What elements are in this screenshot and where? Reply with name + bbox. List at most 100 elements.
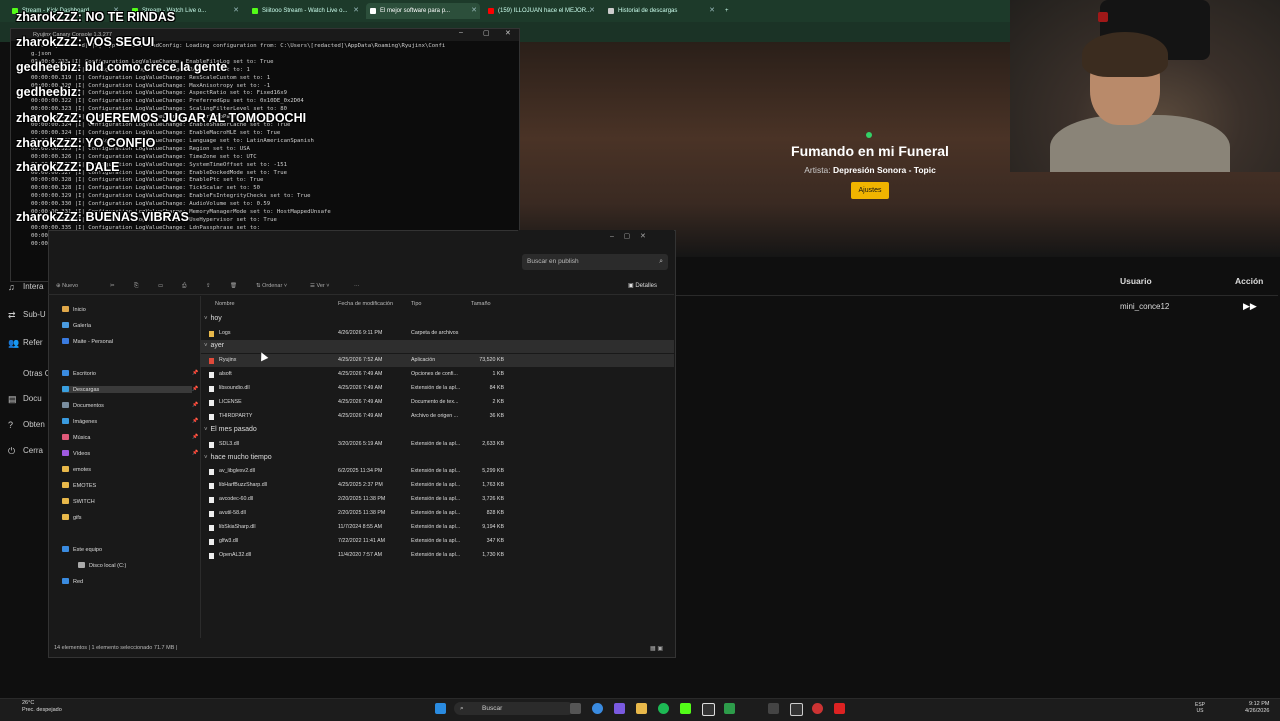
app-icon-5[interactable] xyxy=(834,703,845,714)
tab-close-icon[interactable]: ✕ xyxy=(709,3,715,19)
sidebar-item-label: Maite - Personal xyxy=(73,339,114,345)
view-toggle-icons[interactable]: ▦ ▣ xyxy=(650,645,663,652)
maximize-icon[interactable]: ▢ xyxy=(483,29,490,37)
sidebar-item[interactable]: Música xyxy=(62,434,90,441)
site-nav-item[interactable]: ▤ Docu xyxy=(8,394,42,404)
group-header[interactable]: ˅ El mes pasado xyxy=(204,426,257,433)
file-row[interactable]: glfw3.dll 7/22/2022 11:41 AM Extensión de … xyxy=(200,535,674,548)
sidebar-item[interactable]: Descargas xyxy=(62,386,192,393)
search-input[interactable]: Buscar en publish ⌕ xyxy=(522,254,668,270)
file-name: libHarfBuzzSharp.dll xyxy=(219,482,267,488)
file-row[interactable]: Ryujinx 4/25/2026 7:52 AM Aplicación 73,520… xyxy=(200,354,674,367)
file-row[interactable]: libsoundio.dll 4/25/2026 7:49 AM Extensión… xyxy=(200,382,674,395)
nav-item-label: Sub-U xyxy=(23,310,46,319)
chat-username: zharokZzZ: xyxy=(16,111,82,125)
file-row[interactable]: libSkiaSharp.dll 11/7/2024 8:55 AM Extensi… xyxy=(200,521,674,534)
tab-close-icon[interactable]: ✕ xyxy=(589,3,595,19)
paste-icon[interactable]: ▭ xyxy=(158,283,163,289)
file-explorer-icon[interactable] xyxy=(636,703,647,714)
sidebar-item[interactable]: Escritorio xyxy=(62,370,96,377)
file-row[interactable]: THIRDPARTY 4/25/2026 7:49 AM Archivo de or… xyxy=(200,410,674,423)
share-icon[interactable]: ⇪ xyxy=(206,283,211,289)
weather-widget[interactable]: 26°C Prec. despejado xyxy=(22,700,62,714)
more-button[interactable]: ··· xyxy=(354,283,360,289)
file-row[interactable]: SDL3.dll 3/20/2026 5:19 AM Extensión de la… xyxy=(200,438,674,451)
excel-icon[interactable] xyxy=(724,703,735,714)
kick-icon[interactable] xyxy=(680,703,691,714)
file-row[interactable]: av_libglesv2.dll 6/2/2025 11:34 PM Extensi… xyxy=(200,465,674,478)
sidebar-item[interactable]: Vídeos xyxy=(62,450,90,457)
sidebar-item[interactable]: Red xyxy=(62,578,83,585)
column-name[interactable]: Nombre xyxy=(215,301,235,307)
app-icon[interactable] xyxy=(614,703,625,714)
taskbar-clock[interactable]: 9:12 PM 4/26/2026 xyxy=(1245,701,1269,715)
column-type[interactable]: Tipo xyxy=(411,301,422,307)
close-icon[interactable]: ✕ xyxy=(505,29,511,37)
sidebar-item[interactable]: Galería xyxy=(62,322,91,329)
sidebar-item[interactable]: EMOTES xyxy=(62,482,96,489)
skip-forward-icon[interactable]: ▶▶ xyxy=(1243,301,1257,312)
column-modified[interactable]: Fecha de modificación xyxy=(338,301,393,307)
copy-icon[interactable]: ⎘ xyxy=(134,283,138,290)
sidebar-item[interactable]: Disco local (C:) xyxy=(78,562,126,569)
rename-icon[interactable]: ⎙ xyxy=(182,283,186,290)
file-row[interactable]: Logs 4/26/2026 9:11 PM Carpeta de archivos xyxy=(200,327,674,340)
site-nav-item[interactable]: 👥 Refer xyxy=(8,338,43,348)
details-pane-button[interactable]: ▣ Detalles xyxy=(628,282,657,289)
sidebar-item[interactable]: Maite - Personal xyxy=(62,338,113,345)
minimize-icon[interactable]: – xyxy=(459,29,463,36)
browser-tab[interactable]: (159) ILLOJUAN hace el MEJOR... ✕ xyxy=(484,3,598,19)
file-row[interactable]: OpenAL32.dll 11/4/2020 7:57 AM Extensión d… xyxy=(200,549,674,562)
group-header[interactable]: ˅ hoy xyxy=(204,315,222,322)
windows-start-icon[interactable] xyxy=(435,703,446,714)
sidebar-item-label: SWITCH xyxy=(73,499,95,505)
new-button[interactable]: ⊕ Nuevo xyxy=(56,283,78,289)
tab-close-icon[interactable]: ✕ xyxy=(471,3,477,19)
cut-icon[interactable]: ✂ xyxy=(110,283,115,289)
file-row[interactable]: libHarfBuzzSharp.dll 4/25/2025 2:37 PM Ext… xyxy=(200,479,674,492)
browser-tab[interactable]: Historial de descargas ✕ xyxy=(604,3,718,19)
sidebar-item[interactable]: gifs xyxy=(62,514,82,521)
spotify-icon[interactable] xyxy=(658,703,669,714)
site-nav-item[interactable]: ⇄ Sub-U xyxy=(8,310,46,320)
task-view-icon[interactable] xyxy=(570,703,581,714)
sidebar-item[interactable]: Imágenes xyxy=(62,418,97,425)
minimize-icon[interactable]: – xyxy=(610,233,614,240)
language-indicator[interactable]: ESP US xyxy=(1195,702,1205,714)
chrome-icon[interactable] xyxy=(592,703,603,714)
sort-button[interactable]: ⇅ Ordenar ˅ xyxy=(256,283,287,289)
file-row[interactable]: avutil-58.dll 2/20/2025 11:38 PM Extensión… xyxy=(200,507,674,520)
app-icon-2[interactable] xyxy=(768,703,779,714)
sidebar-item[interactable]: SWITCH xyxy=(62,498,95,505)
column-size[interactable]: Tamaño xyxy=(471,301,491,307)
browser-tab[interactable]: El mejor software para p... ✕ xyxy=(366,3,480,19)
browser-tab[interactable]: Siiitooo Stream - Watch Live o... ✕ xyxy=(248,3,362,19)
sidebar-item[interactable]: Este equipo xyxy=(62,546,102,553)
app-icon-3[interactable] xyxy=(790,703,803,716)
site-nav-item[interactable]: ♫ Intera xyxy=(8,282,43,292)
clock-date: 4/26/2026 xyxy=(1245,708,1270,714)
file-row[interactable]: alsoft 4/25/2026 7:49 AM Opciones de confi… xyxy=(200,368,674,381)
group-header[interactable]: ˅ hace mucho tiempo xyxy=(204,454,272,461)
view-button[interactable]: ☰ Ver ˅ xyxy=(310,283,329,289)
site-nav-item[interactable]: ⏻ Cerra xyxy=(8,446,43,456)
settings-button[interactable]: Ajustes xyxy=(850,182,890,199)
tab-close-icon[interactable]: ✕ xyxy=(233,3,239,19)
group-header[interactable]: ˅ ayer xyxy=(204,342,224,349)
chat-message: gedheebiz: xyxy=(16,85,81,99)
new-tab-icon[interactable]: + xyxy=(722,3,736,19)
sidebar-item[interactable]: Documentos xyxy=(62,402,104,409)
taskbar-search[interactable]: ⌕ Buscar xyxy=(454,702,574,715)
file-name: glfw3.dll xyxy=(219,538,239,544)
maximize-icon[interactable]: ▢ xyxy=(624,233,631,240)
file-row[interactable]: LICENSE 4/25/2026 7:49 AM Documento de tex… xyxy=(200,396,674,409)
tab-close-icon[interactable]: ✕ xyxy=(353,3,359,19)
ccleaner-icon[interactable] xyxy=(702,703,715,716)
sidebar-item[interactable]: Inicio xyxy=(62,306,86,313)
app-icon-4[interactable] xyxy=(812,703,823,714)
file-row[interactable]: avcodec-60.dll 2/20/2025 11:38 PM Extensió… xyxy=(200,493,674,506)
delete-icon[interactable]: 🗑 xyxy=(230,283,237,289)
sidebar-item[interactable]: emotes xyxy=(62,466,91,473)
site-nav-item[interactable]: ? Obten xyxy=(8,420,45,430)
close-icon[interactable]: ✕ xyxy=(640,233,646,240)
